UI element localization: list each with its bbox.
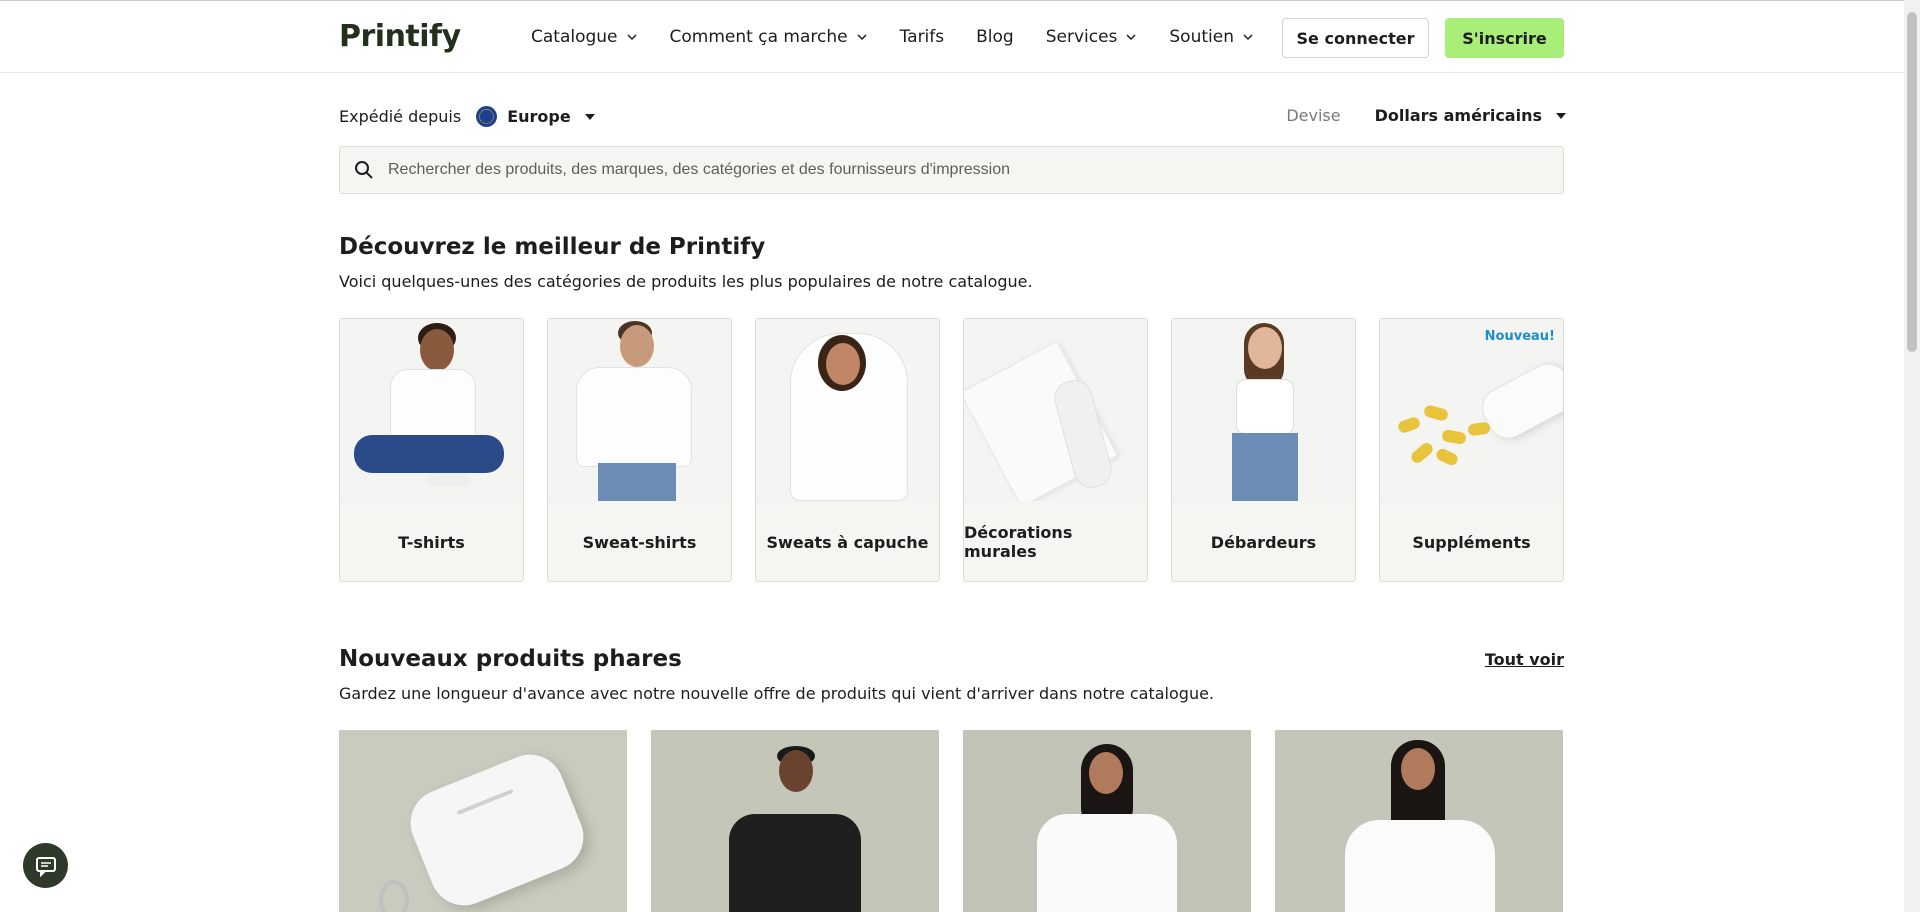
product-card[interactable]: [651, 730, 939, 912]
category-label: Sweat-shirts: [582, 532, 697, 552]
chat-icon: [35, 856, 56, 877]
shipped-from-label: Expédié depuis: [339, 107, 462, 126]
chevron-down-icon: [1126, 34, 1136, 41]
search-icon: [355, 161, 373, 179]
chevron-down-icon: [1243, 34, 1253, 41]
new-products-subtitle: Gardez une longueur d'avance avec notre …: [339, 684, 1215, 703]
nav-pricing-label: Tarifs: [899, 27, 945, 47]
currency-value: Dollars américains: [1374, 106, 1542, 125]
category-card-tank-tops[interactable]: Débardeurs: [1171, 318, 1356, 582]
chat-button[interactable]: [23, 843, 68, 888]
see-all-link[interactable]: Tout voir: [1485, 650, 1564, 669]
shipped-from-selector[interactable]: Expédié depuis Europe: [339, 106, 595, 127]
category-card-tshirts[interactable]: T-shirts: [339, 318, 524, 582]
category-card-hoodies[interactable]: Sweats à capuche: [755, 318, 940, 582]
nav-support-label: Soutien: [1169, 27, 1234, 47]
category-card-wall-decor[interactable]: Décorations murales: [963, 318, 1148, 582]
signup-button[interactable]: S'inscrire: [1445, 18, 1564, 58]
chevron-down-icon: [857, 34, 867, 41]
nav-blog[interactable]: Blog: [976, 27, 1014, 47]
chevron-down-icon: [627, 34, 637, 41]
printify-logo[interactable]: Printify: [339, 19, 461, 54]
site-header: Printify Catalogue Comment ça marche Tar…: [0, 0, 1904, 73]
tshirts-image: [340, 319, 523, 501]
category-label: Débardeurs: [1210, 532, 1317, 552]
nav-catalogue-label: Catalogue: [531, 27, 618, 47]
category-label: Décorations murales: [964, 523, 1073, 561]
nav-services-label: Services: [1045, 27, 1118, 47]
discover-title: Découvrez le meilleur de Printify: [339, 234, 766, 260]
nav-how-it-works-label: Comment ça marche: [669, 27, 848, 47]
login-button[interactable]: Se connecter: [1282, 18, 1429, 58]
nav-how-it-works[interactable]: Comment ça marche: [670, 27, 868, 47]
supplements-image: [1380, 319, 1563, 501]
scrollbar-thumb[interactable]: [1907, 12, 1917, 352]
nav-blog-label: Blog: [976, 27, 1014, 47]
sweatshirts-image: [548, 319, 731, 501]
nav-pricing[interactable]: Tarifs: [900, 27, 945, 47]
page-scrollbar[interactable]: [1904, 0, 1920, 912]
caret-down-icon: [1556, 112, 1566, 119]
nav-catalogue[interactable]: Catalogue: [531, 27, 638, 47]
search-bar: [339, 146, 1564, 194]
eu-flag-icon: [476, 106, 498, 127]
wall-decor-image: [964, 319, 1147, 501]
shipped-from-value: Europe: [507, 107, 571, 126]
hoodies-image: [756, 319, 939, 501]
category-label: T-shirts: [398, 532, 465, 552]
nav-support[interactable]: Soutien: [1169, 27, 1254, 47]
tank-tops-image: [1172, 319, 1355, 501]
nav-services[interactable]: Services: [1046, 27, 1138, 47]
caret-down-icon: [584, 113, 595, 120]
new-badge: Nouveau!: [1484, 329, 1555, 344]
currency-selector[interactable]: Devise Dollars américains: [1286, 106, 1566, 125]
category-list: T-shirts Sweat-shirts Sweats à capuche D…: [339, 318, 1564, 582]
new-products-title: Nouveaux produits phares: [339, 646, 682, 672]
category-label: Suppléments: [1412, 532, 1531, 552]
discover-subtitle: Voici quelques-unes des catégories de pr…: [339, 272, 1033, 291]
category-card-supplements[interactable]: Nouveau! Suppléments: [1379, 318, 1564, 582]
product-card[interactable]: [1275, 730, 1563, 912]
product-list: [339, 730, 1563, 912]
product-card[interactable]: [963, 730, 1251, 912]
main-nav: Catalogue Comment ça marche Tarifs Blog …: [531, 1, 1286, 73]
search-input[interactable]: [388, 161, 1538, 179]
currency-label: Devise: [1286, 106, 1341, 125]
product-card[interactable]: [339, 730, 627, 912]
category-label: Sweats à capuche: [766, 532, 929, 552]
category-card-sweatshirts[interactable]: Sweat-shirts: [547, 318, 732, 582]
